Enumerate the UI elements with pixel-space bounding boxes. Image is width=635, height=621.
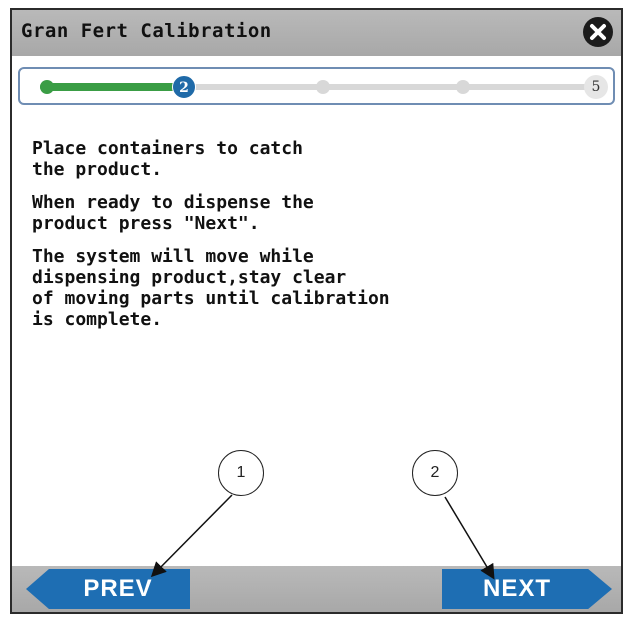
instruction-line: The system will move while dispensing pr… [32, 246, 390, 330]
dialog-title: Gran Fert Calibration [21, 20, 272, 42]
close-button[interactable] [583, 17, 613, 47]
next-button[interactable]: NEXT [442, 569, 612, 609]
callout-1-marker: 1 [218, 450, 264, 496]
step-dot-4 [456, 80, 470, 94]
instruction-line: When ready to dispense the product press… [32, 192, 314, 234]
step-progress-bar: 2 5 [18, 67, 615, 105]
navigation-bar: PREV NEXT [12, 566, 621, 612]
last-step-indicator: 5 [584, 75, 608, 99]
current-step-indicator: 2 [172, 75, 196, 99]
prev-button[interactable]: PREV [26, 569, 190, 609]
instruction-line: Place containers to catch the product. [32, 138, 303, 180]
step-dot-3 [316, 80, 330, 94]
title-bar: Gran Fert Calibration [12, 10, 621, 56]
progress-fill [40, 83, 190, 91]
instructions-text: Place containers to catch the product. W… [32, 138, 592, 342]
callout-2-marker: 2 [412, 450, 458, 496]
close-icon [590, 24, 606, 40]
step-dot-1 [40, 80, 54, 94]
